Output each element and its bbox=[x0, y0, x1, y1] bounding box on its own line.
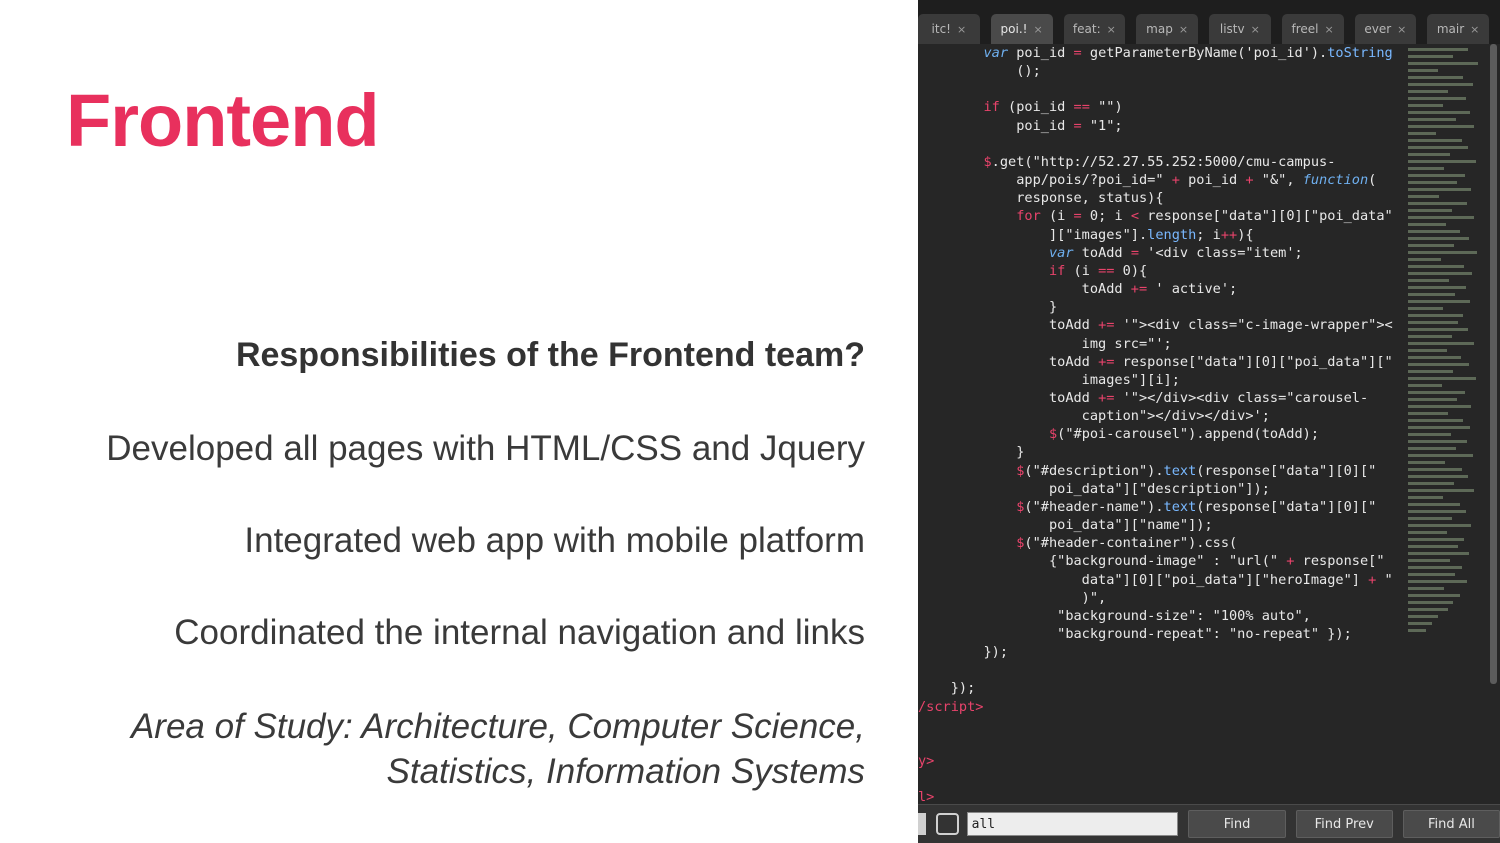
responsibility-item: Coordinated the internal navigation and … bbox=[174, 612, 865, 652]
close-icon[interactable]: × bbox=[1107, 23, 1116, 36]
close-icon[interactable]: × bbox=[957, 23, 966, 36]
responsibility-item: Developed all pages with HTML/CSS and Jq… bbox=[106, 428, 865, 468]
close-icon[interactable]: × bbox=[1179, 23, 1188, 36]
area-of-study-line1: Area of Study: Architecture, Computer Sc… bbox=[130, 706, 865, 746]
editor-tab[interactable]: mair × bbox=[1427, 14, 1489, 44]
code-editor-screenshot: itc! × poi.! × feat: × map × listv × freel × e… bbox=[918, 0, 1500, 843]
tab-label: mair bbox=[1436, 22, 1465, 36]
tab-label: ever bbox=[1364, 22, 1392, 36]
code-minimap[interactable] bbox=[1408, 44, 1488, 644]
slide-content: Responsibilities of the Frontend team? D… bbox=[25, 335, 865, 795]
editor-tab-bar: itc! × poi.! × feat: × map × listv × freel × e… bbox=[918, 0, 1500, 44]
tab-label: poi.! bbox=[1000, 22, 1028, 36]
find-button[interactable]: Find bbox=[1188, 810, 1286, 838]
close-icon[interactable]: × bbox=[1033, 23, 1042, 36]
area-of-study: Area of Study: Architecture, Computer Sc… bbox=[25, 704, 865, 795]
wrap-toggle[interactable] bbox=[935, 813, 959, 835]
tab-label: freel bbox=[1291, 22, 1319, 36]
close-icon[interactable]: × bbox=[1397, 23, 1406, 36]
close-icon[interactable]: × bbox=[1325, 23, 1334, 36]
editor-tab[interactable]: itc! × bbox=[918, 14, 980, 44]
editor-scrollbar[interactable] bbox=[1490, 44, 1497, 684]
find-option-toggle[interactable] bbox=[918, 813, 926, 835]
editor-tab[interactable]: freel × bbox=[1281, 14, 1344, 44]
area-of-study-line2: Statistics, Information Systems bbox=[386, 752, 865, 792]
editor-tab[interactable]: feat: × bbox=[1063, 14, 1126, 44]
responsibilities-question: Responsibilities of the Frontend team? bbox=[235, 336, 865, 374]
tab-label: map bbox=[1146, 22, 1173, 36]
code-text[interactable]: var poi_id = getParameterByName('poi_id'… bbox=[918, 44, 1408, 805]
editor-tab[interactable]: ever × bbox=[1354, 14, 1417, 44]
editor-tab[interactable]: listv × bbox=[1209, 14, 1271, 44]
find-bar: Find Find Prev Find All bbox=[918, 804, 1500, 843]
tab-label: feat: bbox=[1072, 22, 1101, 36]
responsibility-item: Integrated web app with mobile platform bbox=[244, 520, 865, 560]
tab-label: itc! bbox=[931, 22, 951, 36]
find-all-button[interactable]: Find All bbox=[1402, 810, 1500, 838]
close-icon[interactable]: × bbox=[1251, 23, 1260, 36]
find-input[interactable] bbox=[966, 812, 1179, 836]
close-icon[interactable]: × bbox=[1470, 23, 1479, 36]
find-prev-button[interactable]: Find Prev bbox=[1295, 810, 1393, 838]
tab-label: listv bbox=[1219, 22, 1245, 36]
slide-title: Frontend bbox=[66, 79, 380, 162]
editor-tab-active[interactable]: poi.! × bbox=[990, 14, 1053, 44]
editor-tab[interactable]: map × bbox=[1136, 14, 1198, 44]
